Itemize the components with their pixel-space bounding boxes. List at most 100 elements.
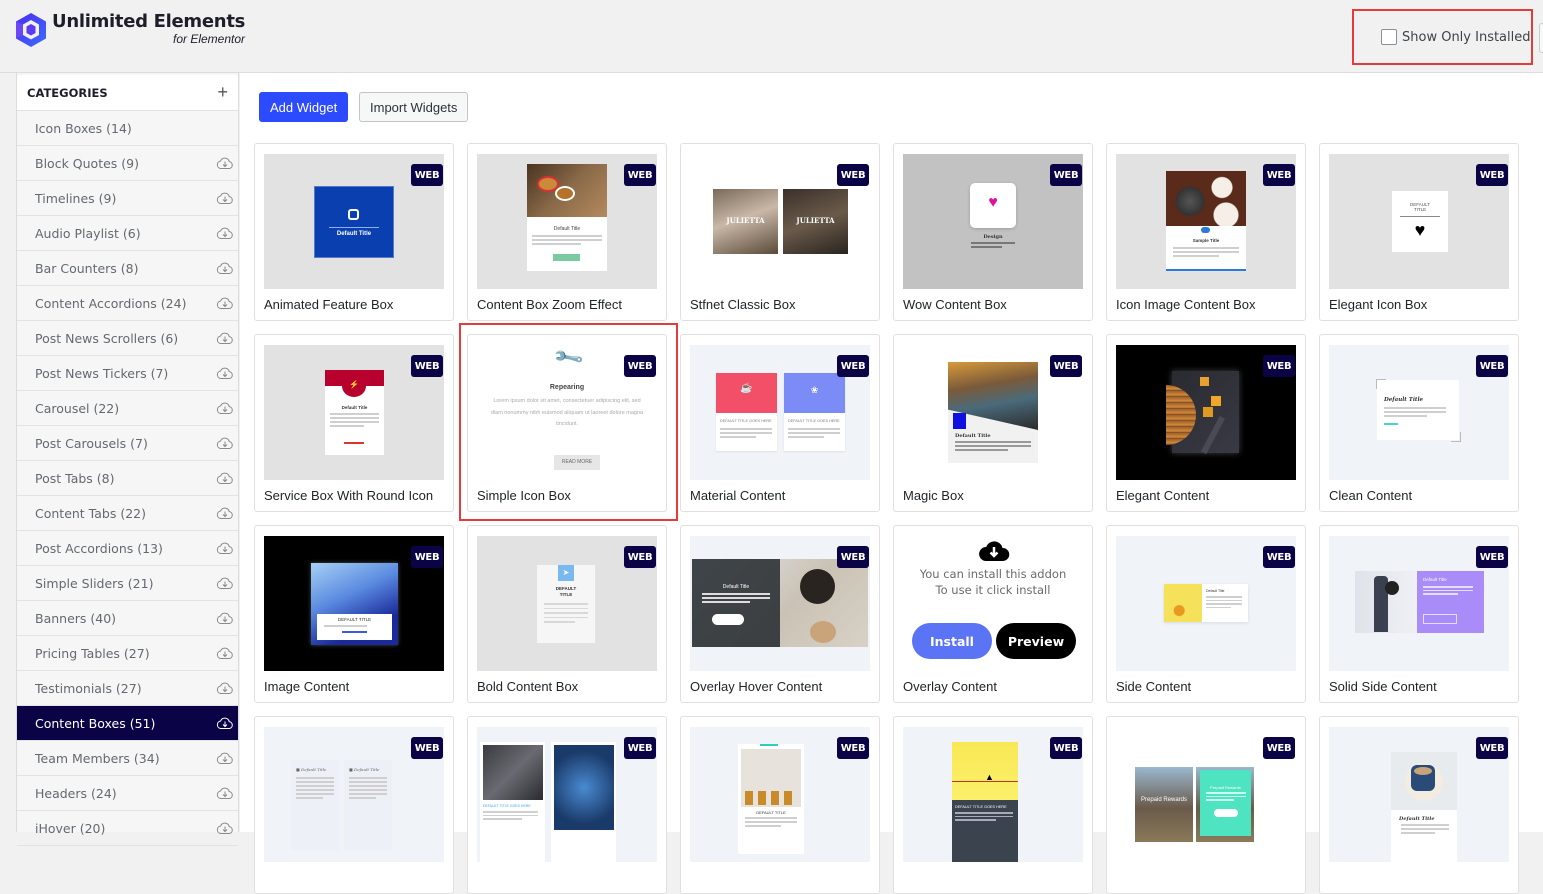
cloud-download-icon[interactable] — [216, 715, 234, 731]
widget-card[interactable]: ☕ ❀ DEFAULT TITLE GOES HERE DEFAULT TITLE G… — [680, 334, 880, 512]
category-label: Block Quotes (9) — [35, 155, 139, 171]
cloud-download-icon[interactable] — [216, 470, 234, 486]
widget-card[interactable]: DEFAULT TITLE WEB Image Content — [254, 525, 454, 703]
sidebar-category-item[interactable]: Bar Counters (8) — [17, 251, 238, 286]
web-badge: WEB — [1050, 355, 1082, 377]
category-list: Icon Boxes (14) Block Quotes (9) Timelines… — [17, 111, 238, 846]
widget-card[interactable]: WEB Elegant Content — [1106, 334, 1306, 512]
widget-card[interactable]: Default Title WEB Side Content — [1106, 525, 1306, 703]
widget-card[interactable]: Default Title WEB Solid Side Content — [1319, 525, 1519, 703]
partial-button-edge[interactable] — [1539, 23, 1543, 53]
web-badge: WEB — [411, 546, 443, 568]
widget-title: Wow Content Box — [903, 297, 1007, 312]
cloud-download-icon[interactable] — [216, 190, 234, 206]
categories-sidebar: CATEGORIES + Icon Boxes (14) Block Quotes… — [16, 73, 239, 846]
sidebar-category-item[interactable]: Headers (24) — [17, 776, 238, 811]
show-only-installed-checkbox[interactable] — [1381, 29, 1397, 45]
sidebar-category-item[interactable]: Post Accordions (13) — [17, 531, 238, 566]
widget-card[interactable]: DEFAULT TITLE GOES HERE WEB — [467, 716, 667, 894]
widget-card[interactable]: Default Title WEB Overlay Hover Content — [680, 525, 880, 703]
widget-card[interactable]: You can install this addon To use it clic… — [893, 525, 1093, 703]
cloud-download-icon[interactable] — [216, 225, 234, 241]
preview-button[interactable]: Preview — [996, 623, 1076, 659]
sidebar-category-item[interactable]: Icon Boxes (14) — [17, 111, 238, 146]
widget-title: Side Content — [1116, 679, 1192, 694]
widget-title: Elegant Icon Box — [1329, 297, 1428, 312]
widget-card[interactable]: Default Title WEB Animated Feature Box — [254, 143, 454, 321]
widget-card[interactable]: 🔧 Repearing Lorem ipsum dolor sit amet, co… — [467, 334, 667, 512]
web-badge: WEB — [1050, 737, 1082, 759]
sidebar-category-item[interactable]: Block Quotes (9) — [17, 146, 238, 181]
add-category-button[interactable]: + — [217, 82, 228, 103]
category-label: Post News Scrollers (6) — [35, 330, 179, 346]
brand-title: Unlimited Elements — [52, 11, 246, 32]
widget-card[interactable]: JULIETTA JULIETTA WEB Stfnet Classic Box — [680, 143, 880, 321]
cloud-download-icon[interactable] — [216, 820, 234, 836]
cloud-download-icon[interactable] — [216, 540, 234, 556]
cloud-download-icon[interactable] — [216, 575, 234, 591]
widget-card[interactable]: ➤ DEFAULT TITLE WEB Bold Content Box — [467, 525, 667, 703]
sidebar-category-item[interactable]: Audio Playlist (6) — [17, 216, 238, 251]
cloud-download-icon[interactable] — [216, 365, 234, 381]
sidebar-category-item[interactable]: Simple Sliders (21) — [17, 566, 238, 601]
category-label: Bar Counters (8) — [35, 260, 139, 276]
cloud-download-icon[interactable] — [216, 750, 234, 766]
widget-card[interactable]: Default Title WEB — [1319, 716, 1519, 894]
widget-title: Content Box Zoom Effect — [477, 297, 622, 312]
sidebar-category-item[interactable]: iHover (20) — [17, 811, 238, 846]
show-only-installed-label[interactable]: Show Only Installed — [1402, 30, 1531, 45]
sidebar-category-item[interactable]: Post News Tickers (7) — [17, 356, 238, 391]
cloud-download-icon[interactable] — [216, 610, 234, 626]
sidebar-category-item[interactable]: Content Boxes (51) — [17, 706, 238, 741]
cloud-download-icon[interactable] — [216, 400, 234, 416]
widget-card[interactable]: ▲ DEFAULT TITLE GOES HERE WEB — [893, 716, 1093, 894]
sidebar-category-item[interactable]: Carousel (22) — [17, 391, 238, 426]
widget-card[interactable]: Sample Title WEB Icon Image Content Box — [1106, 143, 1306, 321]
sidebar-category-item[interactable]: Timelines (9) — [17, 181, 238, 216]
show-only-installed-filter[interactable]: Show Only Installed — [1352, 9, 1533, 65]
cloud-download-icon[interactable] — [216, 785, 234, 801]
web-badge: WEB — [1476, 164, 1508, 186]
category-label: Carousel (22) — [35, 400, 120, 416]
sidebar-category-item[interactable]: Post Tabs (8) — [17, 461, 238, 496]
install-button[interactable]: Install — [912, 623, 992, 659]
widget-title: Magic Box — [903, 488, 964, 503]
install-prompt: You can install this addon To use it clic… — [894, 526, 1092, 671]
widget-card[interactable]: Default Title WEB Clean Content — [1319, 334, 1519, 512]
sidebar-category-item[interactable]: Content Accordions (24) — [17, 286, 238, 321]
cube-logo-icon — [16, 13, 46, 47]
cloud-download-icon[interactable] — [216, 505, 234, 521]
widget-card[interactable]: ⚡ Default Title WEB Service Box With Round … — [254, 334, 454, 512]
sidebar-category-item[interactable]: Post Carousels (7) — [17, 426, 238, 461]
cloud-download-icon[interactable] — [216, 680, 234, 696]
web-badge: WEB — [1263, 355, 1295, 377]
sidebar-category-item[interactable]: Testimonials (27) — [17, 671, 238, 706]
cloud-download-icon[interactable] — [216, 645, 234, 661]
sidebar-category-item[interactable]: Team Members (34) — [17, 741, 238, 776]
cloud-download-icon[interactable] — [216, 155, 234, 171]
sidebar-category-item[interactable]: Banners (40) — [17, 601, 238, 636]
widget-card[interactable]: ■ Default Title ■ Default Title WEB — [254, 716, 454, 894]
widget-card[interactable]: Prepaid Rewards Prepaid Rewards WEB — [1106, 716, 1306, 894]
widget-card[interactable]: ♥ Design WEB Wow Content Box — [893, 143, 1093, 321]
cloud-download-icon — [979, 541, 1010, 561]
widget-card[interactable]: Default Title WEB Magic Box — [893, 334, 1093, 512]
sidebar-category-item[interactable]: Content Tabs (22) — [17, 496, 238, 531]
cloud-download-icon[interactable] — [216, 435, 234, 451]
add-widget-button[interactable]: Add Widget — [259, 92, 349, 122]
cloud-download-icon[interactable] — [216, 260, 234, 276]
category-label: Pricing Tables (27) — [35, 645, 150, 661]
cloud-download-icon[interactable] — [216, 295, 234, 311]
sidebar-category-item[interactable]: Pricing Tables (27) — [17, 636, 238, 671]
categories-title: CATEGORIES — [27, 85, 108, 100]
cloud-download-icon[interactable] — [216, 330, 234, 346]
widget-card[interactable]: Default Title WEB Content Box Zoom Effect — [467, 143, 667, 321]
category-label: Content Accordions (24) — [35, 295, 187, 311]
widget-card[interactable]: DEFAULT TITLE WEB — [680, 716, 880, 894]
sidebar-category-item[interactable]: Post News Scrollers (6) — [17, 321, 238, 356]
web-badge: WEB — [624, 546, 656, 568]
web-badge: WEB — [837, 355, 869, 377]
import-widgets-button[interactable]: Import Widgets — [359, 92, 469, 122]
widget-title: Clean Content — [1329, 488, 1413, 503]
widget-card[interactable]: DEFAULT TITLE ♥ WEB Elegant Icon Box — [1319, 143, 1519, 321]
